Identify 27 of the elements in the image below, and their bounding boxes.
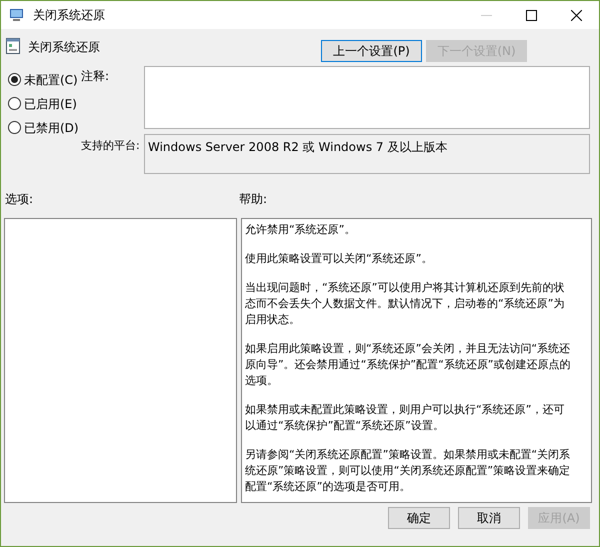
help-paragraph: 允许禁用“系统还原”。 <box>245 222 356 238</box>
comment-field[interactable] <box>144 66 590 129</box>
radio-label[interactable]: 已禁用(D) <box>24 118 79 136</box>
radio-button[interactable] <box>8 97 21 110</box>
nav-button[interactable]: 上一个设置(P) <box>321 40 422 62</box>
window-title: 关闭系统还原 <box>33 7 105 24</box>
radio-button[interactable] <box>8 73 21 86</box>
platform-text: Windows Server 2008 R2 或 Windows 7 及以上版本 <box>147 139 448 156</box>
maximize-icon[interactable] <box>526 10 537 20</box>
radio-button[interactable] <box>8 121 21 134</box>
close-icon[interactable] <box>571 10 582 20</box>
comment-label: 注释: <box>81 68 110 85</box>
platform-label: 支持的平台: <box>81 138 141 154</box>
policy-icon <box>6 38 20 54</box>
options-label: 选项: <box>4 191 34 206</box>
radio-label[interactable]: 已启用(E) <box>24 94 77 112</box>
help-paragraph: 使用此策略设置可以关闭“系统还原”。 <box>245 251 434 267</box>
help-paragraph: 另请参阅“关闭系统还原配置”策略设置。如果禁用或未配置“关闭系统还原”策略设置，则可以使用“关闭系统还原配置”策略设置来确定配置“系统还原”的选项是否可用。 <box>245 447 572 495</box>
radio-label[interactable]: 未配置(C) <box>24 70 78 88</box>
help-label: 帮助: <box>239 191 268 206</box>
dialog-button[interactable]: 取消 <box>458 507 520 529</box>
app-icon <box>9 7 25 23</box>
help-paragraph: 如果启用此策略设置，则“系统还原”会关闭，并且无法访问“系统还原向导”。还会禁用通过“系统保护”配置“系统还原”或创建还原点的选项。 <box>245 341 572 389</box>
help-paragraph: 当出现问题时，“系统还原”可以使用户将其计算机还原到先前的状态而不会丢失个人数据文件。默认情况下，启动卷的“系统还原”为启用状态。 <box>245 280 566 328</box>
dialog-button[interactable]: 确定 <box>388 507 450 529</box>
policy-title: 关闭系统还原 <box>28 39 100 56</box>
help-paragraph: 如果禁用或未配置此策略设置，则用户可以执行“系统还原”，还可以通过“系统保护”配置“系统还原”设置。 <box>245 402 566 434</box>
